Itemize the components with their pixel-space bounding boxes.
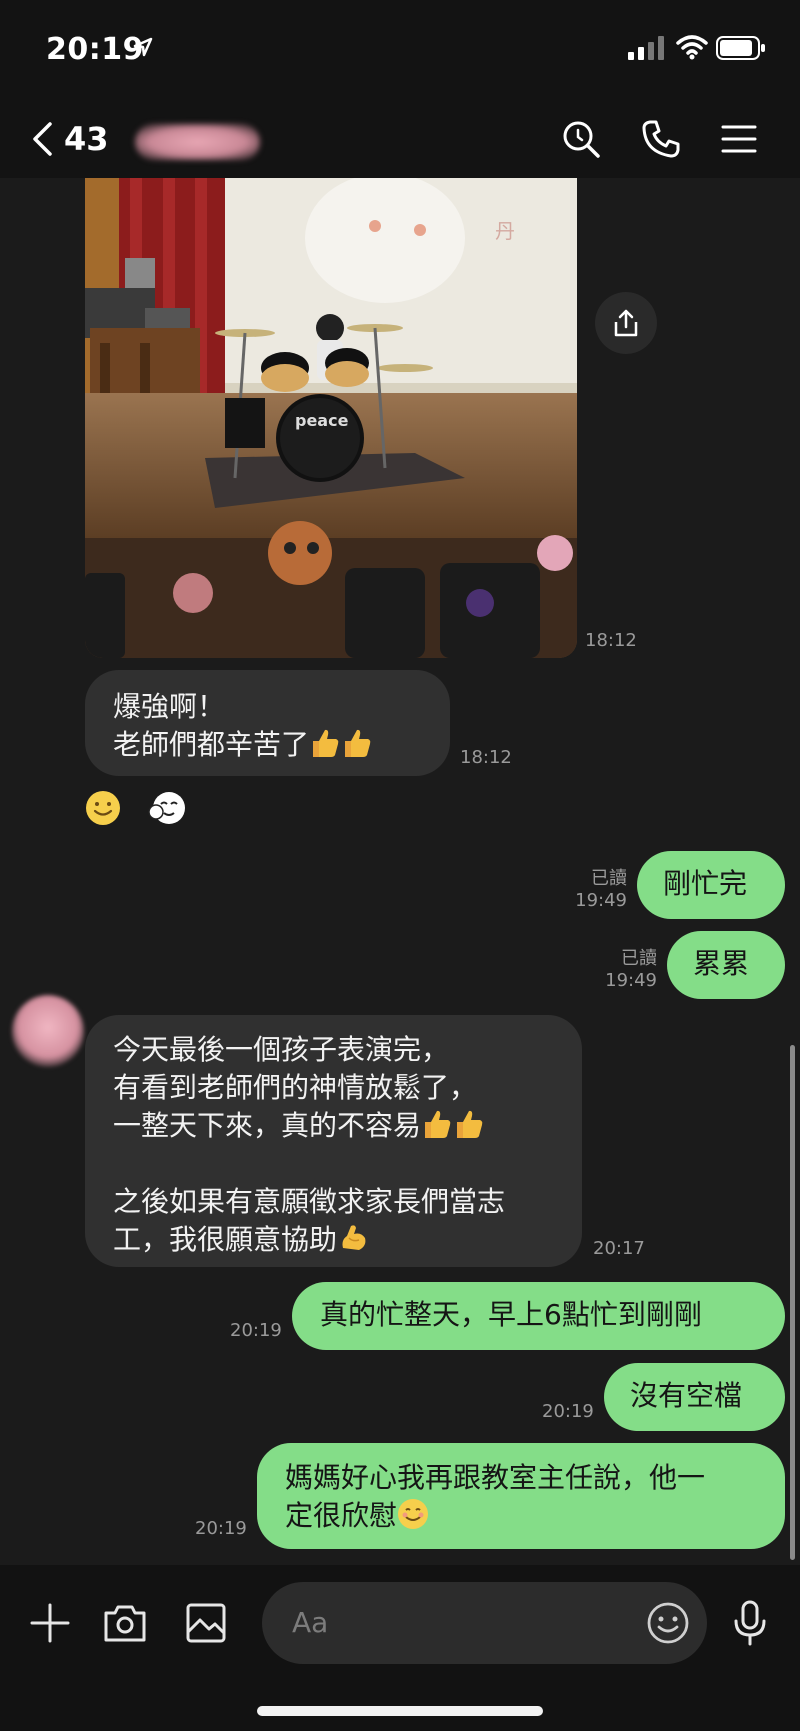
back-button[interactable]: 43: [30, 114, 140, 164]
message-text: 剛忙完: [663, 867, 748, 900]
chevron-left-icon: [33, 122, 52, 156]
smiling-face-icon: [398, 1499, 429, 1529]
plus-button[interactable]: [22, 1595, 78, 1651]
member-count: 43: [64, 120, 109, 158]
outgoing-message[interactable]: 媽媽好心我再跟教室主任說，他一 定很欣慰: [257, 1443, 785, 1549]
message-text: 沒有空檔: [630, 1379, 743, 1412]
drum-performance-photo: 丹 peace: [85, 178, 577, 658]
location-arrow-icon: [133, 37, 153, 57]
message-timestamp: 20:19: [230, 1320, 282, 1341]
battery-icon: [716, 36, 765, 60]
message-input[interactable]: Aa: [262, 1582, 707, 1664]
message-timestamp: 20:19: [195, 1518, 247, 1539]
scrollbar[interactable]: [790, 1045, 795, 1560]
voice-button[interactable]: [722, 1595, 778, 1651]
plus-icon: [30, 1603, 70, 1643]
message-text-line: 媽媽好心我再跟教室主任說，他一: [285, 1461, 706, 1494]
incoming-message[interactable]: 今天最後一個孩子表演完， 有看到老師們的神情放鬆了， 一整天下來，真的不容易 之…: [85, 1015, 582, 1267]
menu-button[interactable]: [716, 116, 762, 162]
phone-icon: [642, 120, 680, 158]
message-text: 工，我很願意協助: [113, 1223, 338, 1256]
outgoing-message[interactable]: 累累: [667, 931, 785, 999]
cell-signal-icon: [628, 36, 664, 60]
message-timestamp: 20:17: [593, 1238, 645, 1259]
thumbs-up-icon: [425, 1110, 451, 1138]
thumbs-up-icon: [457, 1110, 483, 1138]
outgoing-message[interactable]: 真的忙整天，早上6點忙到剛剛: [292, 1282, 785, 1350]
message-timestamp: 20:19: [542, 1401, 594, 1422]
camera-button[interactable]: [97, 1595, 153, 1651]
thumbs-up-icon: [345, 729, 371, 757]
message-input-placeholder: Aa: [292, 1606, 329, 1639]
thumbs-up-icon: [313, 729, 339, 757]
outgoing-message[interactable]: 剛忙完: [637, 851, 785, 919]
search-icon: [563, 121, 600, 158]
message-text: 定很欣慰: [285, 1499, 398, 1532]
message-text-line: 之後如果有意願徵求家長們當志: [113, 1185, 506, 1218]
status-time: 20:19: [46, 32, 144, 67]
message-text-line: 老師們都辛苦了: [113, 726, 450, 764]
camera-icon: [104, 1605, 146, 1642]
photo-timestamp: 18:12: [585, 630, 637, 651]
read-receipt: 已讀: [621, 948, 657, 969]
call-button[interactable]: [638, 116, 684, 162]
image-icon: [186, 1603, 226, 1643]
message-text-line: 爆強啊！: [113, 690, 226, 723]
status-bar: 20:19: [0, 0, 800, 100]
flexed-biceps-icon: [342, 1225, 366, 1250]
message-text-line: 定很欣慰: [285, 1497, 785, 1535]
smile-reaction-icon[interactable]: [85, 790, 121, 826]
svg-text:丹: 丹: [495, 219, 515, 243]
message-text-line: 一整天下來，真的不容易: [113, 1107, 582, 1145]
chat-header: 43: [0, 100, 800, 178]
search-button[interactable]: [558, 116, 604, 162]
home-indicator[interactable]: [257, 1706, 543, 1716]
reaction-bar: [85, 790, 187, 826]
svg-text:peace: peace: [295, 411, 349, 430]
outgoing-message[interactable]: 沒有空檔: [604, 1363, 785, 1431]
message-text-line: 今天最後一個孩子表演完，: [113, 1033, 450, 1066]
share-icon: [614, 309, 638, 337]
read-receipt: 已讀: [591, 868, 627, 889]
emoji-icon[interactable]: [643, 1598, 693, 1648]
menu-icon: [721, 125, 757, 153]
sticker-reaction-icon[interactable]: [147, 790, 187, 826]
sender-avatar[interactable]: [12, 995, 84, 1067]
message-text: 累累: [693, 947, 750, 980]
message-timestamp: 18:12: [460, 747, 512, 768]
message-text: 一整天下來，真的不容易: [113, 1109, 422, 1142]
photo-message[interactable]: 丹 peace: [85, 178, 577, 658]
message-text: 老師們都辛苦了: [113, 728, 310, 761]
share-button[interactable]: [595, 292, 657, 354]
incoming-message[interactable]: 爆強啊！ 老師們都辛苦了: [85, 670, 450, 776]
message-timestamp: 19:49: [575, 890, 627, 911]
message-text: 真的忙整天，早上6點忙到剛剛: [320, 1298, 702, 1331]
wifi-icon: [676, 35, 708, 60]
message-text-line: 工，我很願意協助: [113, 1221, 582, 1259]
message-timestamp: 19:49: [605, 970, 657, 991]
microphone-icon: [734, 1600, 766, 1646]
image-button[interactable]: [178, 1595, 234, 1651]
chat-name-redacted: [135, 124, 260, 160]
message-text-line: 有看到老師們的神情放鬆了，: [113, 1071, 478, 1104]
